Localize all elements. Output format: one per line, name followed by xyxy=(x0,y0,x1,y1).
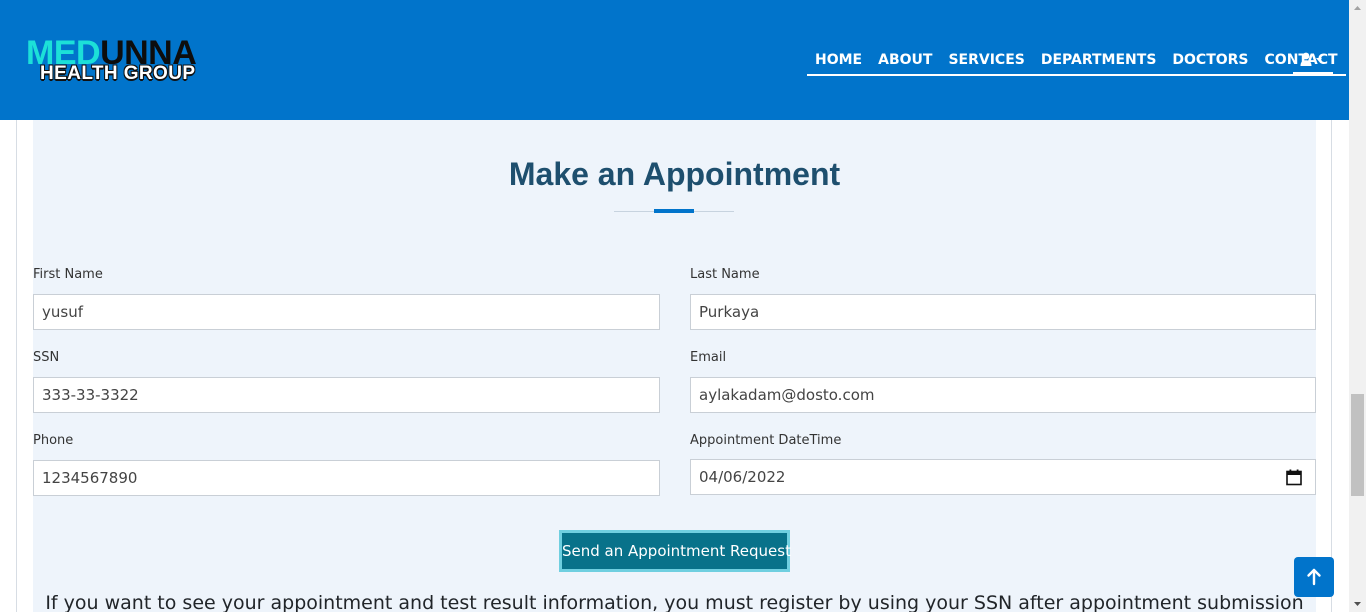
caret-down-icon xyxy=(1316,58,1322,62)
last-name-input[interactable]: Purkaya xyxy=(690,294,1316,330)
phone-label: Phone xyxy=(33,433,74,448)
scroll-up-arrow-icon[interactable] xyxy=(1349,0,1366,17)
logo-subtitle: HEALTH GROUP xyxy=(40,63,196,84)
ssn-input[interactable]: 333-33-3322 xyxy=(33,377,660,413)
medunna-logo[interactable]: MEDUNNA HEALTH GROUP xyxy=(26,36,316,86)
scroll-down-arrow-icon[interactable] xyxy=(1349,595,1366,612)
user-menu-toggle[interactable] xyxy=(1293,50,1333,74)
register-info-text: If you want to see your appointment and … xyxy=(45,592,1304,612)
title-divider-accent xyxy=(654,209,694,213)
email-input[interactable]: aylakadam@dosto.com xyxy=(690,377,1316,413)
appointment-datetime-label: Appointment DateTime xyxy=(690,433,842,448)
nav-home[interactable]: HOME xyxy=(807,50,870,70)
email-label: Email xyxy=(690,350,727,365)
appointment-datetime-input[interactable]: 04/06/2022 xyxy=(690,459,1316,495)
page-title: Make an Appointment xyxy=(508,156,841,192)
nav-departments[interactable]: DEPARTMENTS xyxy=(1033,50,1165,70)
arrow-up-icon xyxy=(1307,568,1321,586)
page-scrollbar[interactable] xyxy=(1349,0,1366,612)
ssn-label: SSN xyxy=(33,350,60,365)
send-appointment-request-button[interactable]: Send an Appointment Request xyxy=(559,530,791,572)
phone-input[interactable]: 1234567890 xyxy=(33,460,660,496)
nav-doctors[interactable]: DOCTORS xyxy=(1164,50,1256,70)
site-header: MEDUNNA HEALTH GROUP HOME ABOUT SERVICES… xyxy=(0,0,1366,120)
calendar-icon[interactable] xyxy=(1286,469,1302,486)
section-left-border xyxy=(16,120,17,612)
appointment-datetime-value: 04/06/2022 xyxy=(699,468,786,486)
nav-services[interactable]: SERVICES xyxy=(940,50,1032,70)
first-name-input[interactable]: yusuf xyxy=(33,294,660,330)
user-icon xyxy=(1300,52,1322,66)
scroll-to-top-button[interactable] xyxy=(1294,557,1334,597)
main-nav: HOME ABOUT SERVICES DEPARTMENTS DOCTORS … xyxy=(807,50,1346,76)
page: MEDUNNA HEALTH GROUP HOME ABOUT SERVICES… xyxy=(0,0,1366,612)
first-name-label: First Name xyxy=(33,267,103,282)
last-name-label: Last Name xyxy=(690,267,760,282)
nav-about[interactable]: ABOUT xyxy=(870,50,940,70)
section-right-border xyxy=(1331,120,1332,612)
scrollbar-thumb[interactable] xyxy=(1351,394,1364,496)
